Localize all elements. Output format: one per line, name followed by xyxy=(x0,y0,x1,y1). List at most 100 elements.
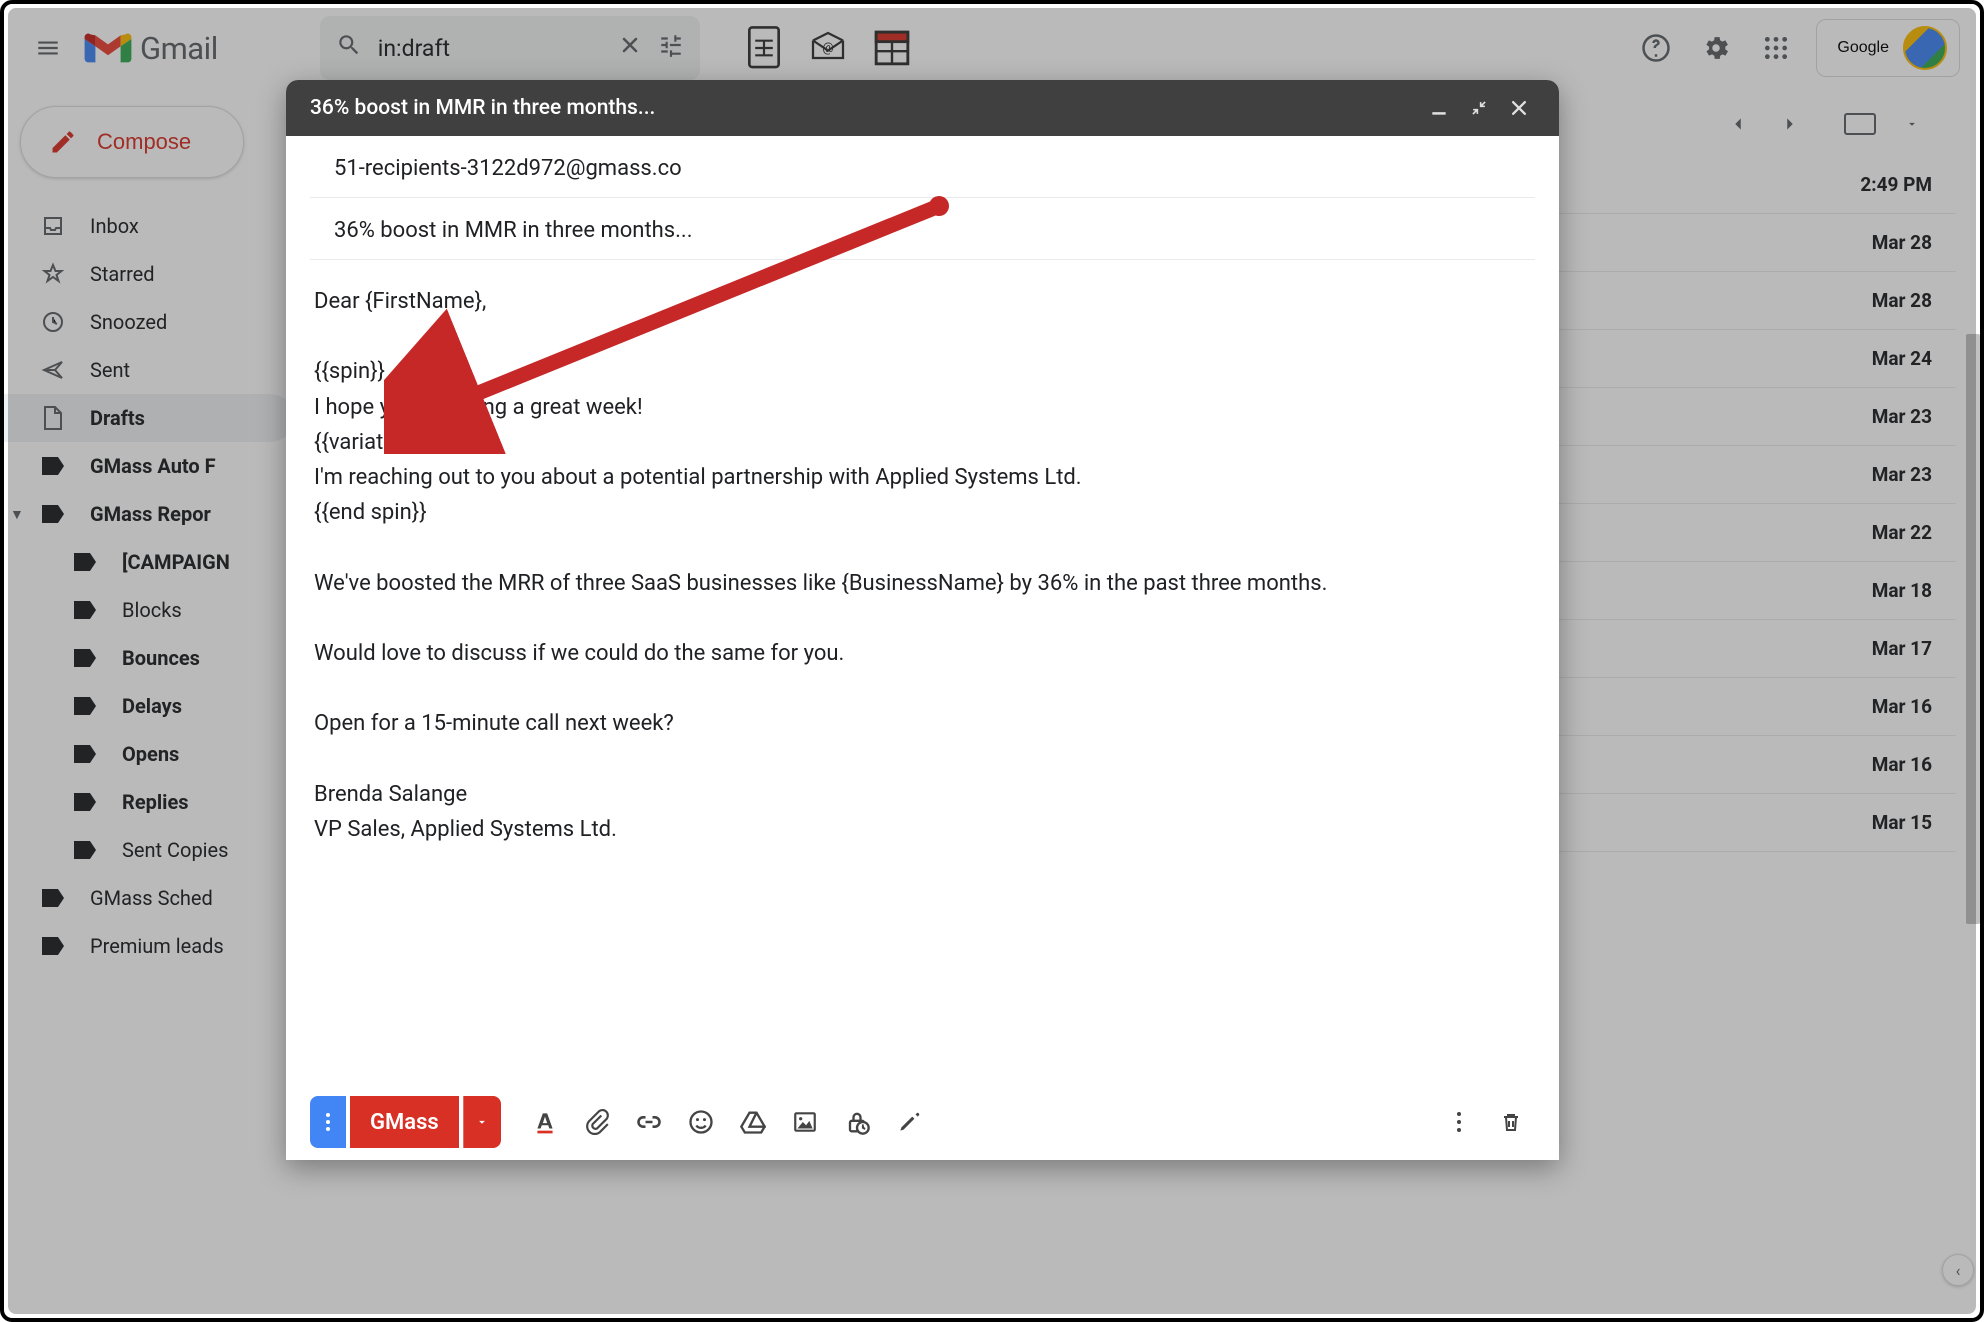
sidebar-item-label: Blocks xyxy=(122,598,182,622)
email-date: Mar 23 xyxy=(1822,405,1932,428)
sidebar-subitem--campaign[interactable]: [CAMPAIGN xyxy=(4,538,294,586)
compose-window: 36% boost in MMR in three months... 51-r… xyxy=(286,80,1559,1160)
confidential-button[interactable] xyxy=(833,1098,881,1146)
label-icon xyxy=(72,837,98,863)
sidebar-item-label: GMass Repor xyxy=(90,502,211,526)
discard-button[interactable] xyxy=(1487,1098,1535,1146)
signature-button[interactable] xyxy=(885,1098,933,1146)
search-bar[interactable]: in:draft xyxy=(320,16,700,80)
sidebar-item-starred[interactable]: Starred xyxy=(4,250,294,298)
compose-footer: GMass xyxy=(286,1084,1559,1160)
compose-label: Compose xyxy=(97,129,191,155)
header: Gmail in:draft @ xyxy=(4,4,1980,92)
mail-ext-icon[interactable]: @ xyxy=(804,24,852,72)
sidebar-item-label: Inbox xyxy=(90,214,139,238)
main-menu-button[interactable] xyxy=(24,24,72,72)
sidebar-item-label: [CAMPAIGN xyxy=(122,550,230,574)
sidebar-subitem-opens[interactable]: Opens xyxy=(4,730,294,778)
label-icon xyxy=(72,693,98,719)
label-icon xyxy=(72,549,98,575)
email-date: Mar 28 xyxy=(1822,231,1932,254)
compose-button[interactable]: Compose xyxy=(20,106,244,178)
clear-search-icon[interactable] xyxy=(618,33,642,63)
scrollbar-thumb[interactable] xyxy=(1966,334,1980,924)
gmail-logo-text: Gmail xyxy=(140,30,218,67)
account-avatar-icon[interactable] xyxy=(1903,26,1947,70)
clock-icon xyxy=(40,309,66,335)
prev-page-button[interactable] xyxy=(1718,104,1758,144)
sidebar-item-gmass-sched[interactable]: GMass Sched xyxy=(4,874,294,922)
sidebar-item-inbox[interactable]: Inbox xyxy=(4,202,294,250)
header-right: Google xyxy=(1636,19,1960,77)
drive-button[interactable] xyxy=(729,1098,777,1146)
settings-icon[interactable] xyxy=(1696,28,1736,68)
sidebar-subitem-delays[interactable]: Delays xyxy=(4,682,294,730)
sidebar-item-gmass-auto-f[interactable]: GMass Auto F xyxy=(4,442,294,490)
template-ext-icon[interactable] xyxy=(868,24,916,72)
sidebar-item-label: Premium leads xyxy=(90,934,224,958)
google-logo-text: Google xyxy=(1837,39,1889,57)
link-button[interactable] xyxy=(625,1098,673,1146)
attach-button[interactable] xyxy=(573,1098,621,1146)
emoji-button[interactable] xyxy=(677,1098,725,1146)
gmass-settings-button[interactable] xyxy=(310,1096,346,1148)
sidebar-subitem-replies[interactable]: Replies xyxy=(4,778,294,826)
sidebar-item-label: Replies xyxy=(122,790,189,814)
gmass-dropdown-button[interactable] xyxy=(463,1096,501,1148)
sidebar-item-sent[interactable]: Sent xyxy=(4,346,294,394)
sidebar-subitem-blocks[interactable]: Blocks xyxy=(4,586,294,634)
sidebar-item-label: Opens xyxy=(122,742,179,766)
search-icon xyxy=(336,32,362,65)
sidebar-item-label: Sent xyxy=(90,358,130,382)
email-date: Mar 18 xyxy=(1822,579,1932,602)
apps-icon[interactable] xyxy=(1756,28,1796,68)
sidebar-item-gmass-repor[interactable]: ▼ GMass Repor xyxy=(4,490,294,538)
more-options-button[interactable] xyxy=(1435,1098,1483,1146)
label-icon xyxy=(72,741,98,767)
search-input[interactable]: in:draft xyxy=(378,35,602,62)
sidebar-item-label: GMass Auto F xyxy=(90,454,216,478)
label-icon xyxy=(40,885,66,911)
email-date: Mar 23 xyxy=(1822,463,1932,486)
close-button[interactable] xyxy=(1499,88,1539,128)
fullscreen-exit-button[interactable] xyxy=(1459,88,1499,128)
sidebar-item-premium-leads[interactable]: Premium leads xyxy=(4,922,294,970)
file-icon xyxy=(40,405,66,431)
next-page-button[interactable] xyxy=(1770,104,1810,144)
email-date: 2:49 PM xyxy=(1822,173,1932,196)
search-options-icon[interactable] xyxy=(658,32,684,64)
sidebar-item-snoozed[interactable]: Snoozed xyxy=(4,298,294,346)
recipients-field[interactable]: 51-recipients-3122d972@gmass.co xyxy=(310,136,1535,198)
support-icon[interactable] xyxy=(1636,28,1676,68)
chevron-down-icon: ▼ xyxy=(10,506,32,523)
sidebar-subitem-sent-copies[interactable]: Sent Copies xyxy=(4,826,294,874)
account-chip[interactable]: Google xyxy=(1816,19,1960,77)
email-date: Mar 16 xyxy=(1822,695,1932,718)
compose-body[interactable]: Dear {FirstName}, {{spin}} I hope you're… xyxy=(286,260,1559,1084)
subject-field[interactable]: 36% boost in MMR in three months... xyxy=(310,198,1535,260)
label-icon xyxy=(40,933,66,959)
email-date: Mar 22 xyxy=(1822,521,1932,544)
extension-icons: @ xyxy=(740,24,916,72)
email-date: Mar 17 xyxy=(1822,637,1932,660)
label-icon xyxy=(40,501,66,527)
sidebar-item-drafts[interactable]: Drafts xyxy=(4,394,294,442)
sheets-ext-icon[interactable] xyxy=(740,24,788,72)
keyboard-icon xyxy=(1844,113,1876,135)
compose-titlebar[interactable]: 36% boost in MMR in three months... xyxy=(286,80,1559,136)
image-button[interactable] xyxy=(781,1098,829,1146)
email-date: Mar 24 xyxy=(1822,347,1932,370)
input-tools-button[interactable] xyxy=(1840,104,1880,144)
minimize-button[interactable] xyxy=(1419,88,1459,128)
sidebar-item-label: Starred xyxy=(90,262,155,286)
formatting-button[interactable] xyxy=(521,1098,569,1146)
input-tools-dropdown[interactable] xyxy=(1892,104,1932,144)
label-icon xyxy=(40,453,66,479)
sidebar-item-label: GMass Sched xyxy=(90,886,213,910)
sidebar-subitem-bounces[interactable]: Bounces xyxy=(4,634,294,682)
label-icon xyxy=(72,645,98,671)
gmail-logo[interactable]: Gmail xyxy=(84,30,218,67)
compose-title: 36% boost in MMR in three months... xyxy=(310,96,1419,120)
gmass-send-button[interactable]: GMass xyxy=(350,1096,459,1148)
side-panel-toggle[interactable]: ‹ xyxy=(1942,1254,1974,1286)
